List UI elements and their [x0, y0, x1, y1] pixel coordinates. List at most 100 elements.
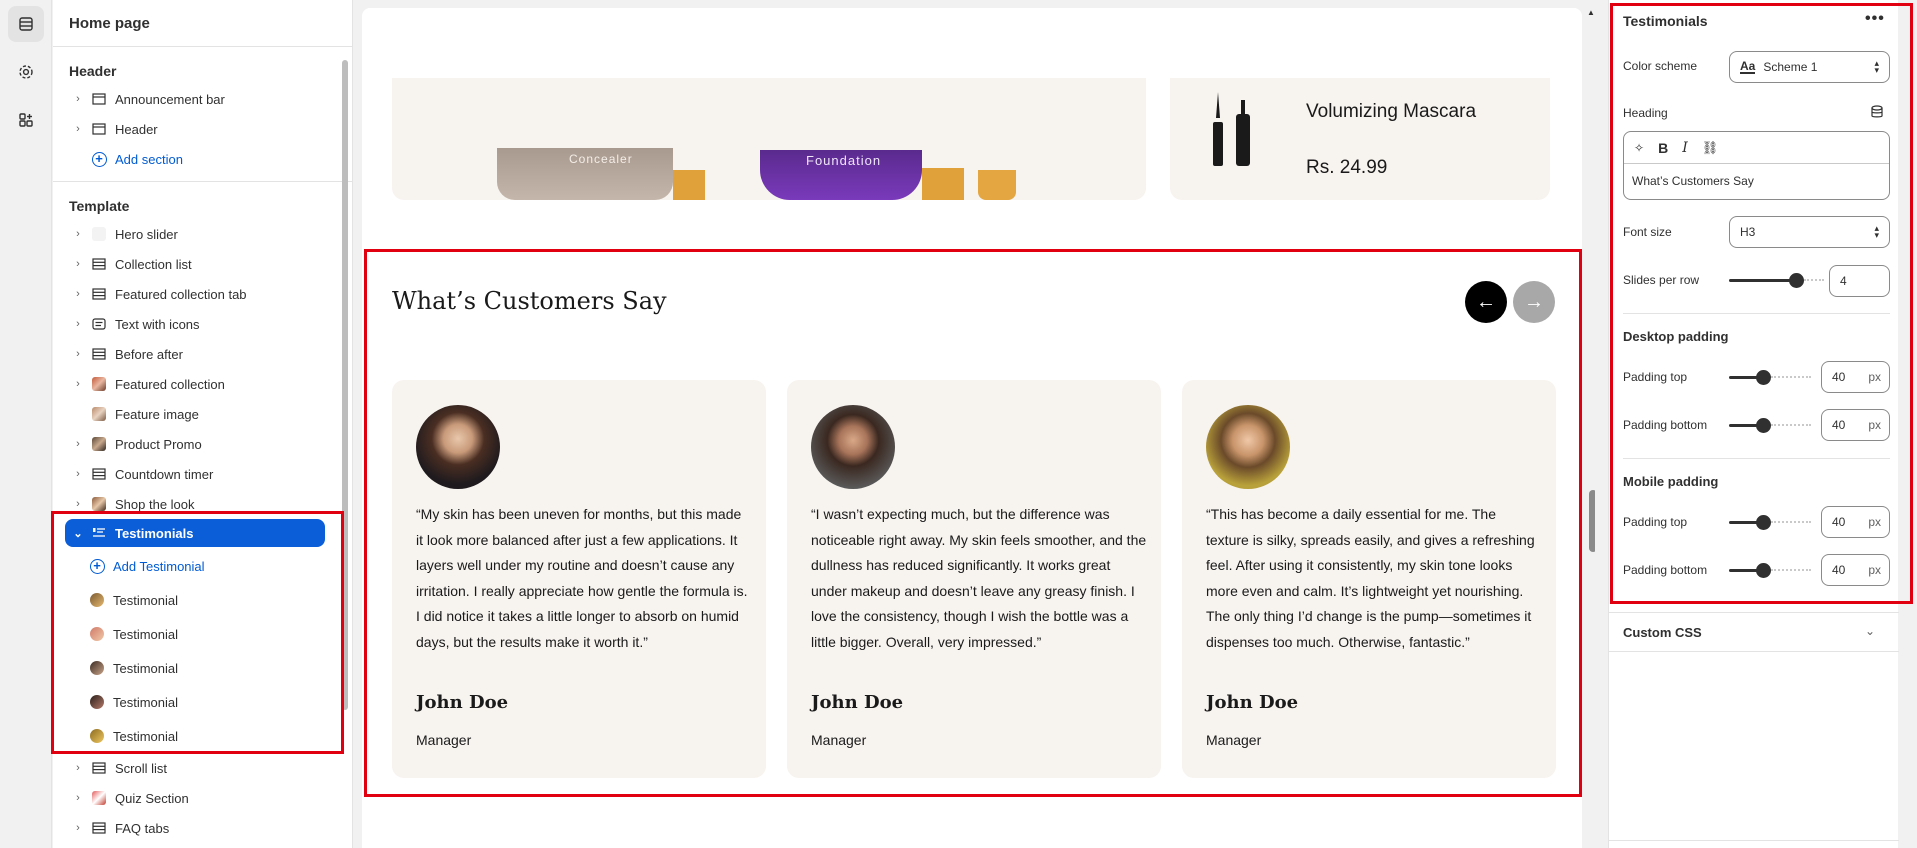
sidebar-item-hero-slider[interactable]: › Hero slider: [65, 220, 337, 248]
sidebar-item-countdown-timer[interactable]: › Countdown timer: [65, 460, 337, 488]
sidebar-item-feature-image[interactable]: Feature image: [65, 400, 337, 428]
sidebar-item-faq-tabs[interactable]: › FAQ tabs: [65, 814, 337, 842]
slides-per-row-input[interactable]: 4: [1829, 265, 1890, 297]
sidebar-item-testimonials[interactable]: ⌄ Testimonials: [65, 519, 325, 547]
font-size-select[interactable]: H3 ▴ ▾: [1729, 216, 1890, 248]
sidebar-scrollbar[interactable]: [342, 60, 348, 710]
feature-image-thumbnail-icon: [91, 407, 107, 421]
mobile-padding-bottom-slider[interactable]: [1729, 563, 1811, 578]
chevron-down-icon[interactable]: ⌄: [71, 527, 85, 540]
preview-scrollbar[interactable]: [1589, 490, 1595, 552]
desktop-padding-title: Desktop padding: [1623, 329, 1729, 344]
chevron-right-icon[interactable]: ›: [71, 822, 85, 834]
sidebar-item-text-with-icons[interactable]: › Text with icons: [65, 310, 337, 338]
slides-per-row-slider[interactable]: [1729, 273, 1824, 288]
next-arrow-button[interactable]: →: [1513, 281, 1555, 323]
add-testimonial-button[interactable]: + Add Testimonial: [89, 552, 325, 580]
testimonial-block-5[interactable]: Testimonial: [89, 722, 325, 750]
gear-icon[interactable]: [8, 54, 44, 90]
add-section-button[interactable]: + Add section: [65, 145, 337, 173]
sidebar-item-quiz-section[interactable]: › Quiz Section: [65, 784, 337, 812]
slider-knob[interactable]: [1756, 515, 1771, 530]
sections-icon[interactable]: [8, 6, 44, 42]
testimonial-block-2[interactable]: Testimonial: [89, 620, 325, 648]
product-price: Rs. 24.99: [1306, 157, 1388, 178]
chevron-right-icon[interactable]: ›: [71, 288, 85, 300]
header-group-title: Header: [69, 63, 117, 79]
custom-css-accordion[interactable]: Custom CSS ⌄: [1609, 612, 1899, 652]
avatar-thumbnail-icon: [89, 627, 105, 641]
concealer-bottle: Concealer: [497, 148, 673, 200]
mobile-padding-top-slider[interactable]: [1729, 515, 1811, 530]
product-title[interactable]: Volumizing Mascara: [1306, 101, 1476, 123]
sidebar-item-header[interactable]: › Header: [65, 115, 337, 143]
scroll-up-icon[interactable]: ▲: [1587, 8, 1595, 17]
chevron-right-icon[interactable]: ›: [71, 498, 85, 510]
testimonial-block-3[interactable]: Testimonial: [89, 654, 325, 682]
testimonial-block-4[interactable]: Testimonial: [89, 688, 325, 716]
bold-icon[interactable]: B: [1658, 140, 1668, 156]
rte-toolbar: ✧ B I ⛓: [1624, 132, 1889, 164]
slider-knob[interactable]: [1756, 563, 1771, 578]
sidebar-item-product-promo[interactable]: › Product Promo: [65, 430, 337, 458]
sidebar-item-featured-collection-tab[interactable]: › Featured collection tab: [65, 280, 337, 308]
desktop-padding-top-input[interactable]: 40 px: [1821, 361, 1890, 393]
heading-rich-text-editor[interactable]: ✧ B I ⛓ What’s Customers Say: [1623, 131, 1890, 200]
chevron-right-icon[interactable]: ›: [71, 438, 85, 450]
divider: [1623, 458, 1890, 459]
chevron-right-icon[interactable]: ›: [71, 93, 85, 105]
link-icon[interactable]: ⛓: [1702, 140, 1719, 156]
select-caret-icon: ▴ ▾: [1874, 223, 1879, 240]
sidebar-item-shop-the-look[interactable]: › Shop the look: [65, 490, 337, 518]
theme-editor: Home page Header › Announcement bar › He…: [0, 0, 1917, 848]
chevron-right-icon[interactable]: ›: [71, 318, 85, 330]
chevron-right-icon[interactable]: ›: [71, 258, 85, 270]
slider-knob[interactable]: [1789, 273, 1804, 288]
slider-knob[interactable]: [1756, 370, 1771, 385]
dynamic-source-icon[interactable]: [1871, 105, 1883, 119]
promo-image-card[interactable]: Concealer Foundation: [392, 78, 1146, 200]
chevron-right-icon[interactable]: ›: [71, 468, 85, 480]
desktop-padding-bottom-input[interactable]: 40 px: [1821, 409, 1890, 441]
sidebar-item-announcement-bar[interactable]: › Announcement bar: [65, 85, 337, 113]
ai-sparkle-icon[interactable]: ✧: [1634, 141, 1644, 155]
chevron-right-icon[interactable]: ›: [71, 378, 85, 390]
testimonial-block-label: Testimonial: [113, 592, 179, 608]
desktop-padding-top-slider[interactable]: [1729, 370, 1811, 385]
heading-input[interactable]: What’s Customers Say: [1624, 164, 1889, 198]
promo-thumbnail-icon: [91, 437, 107, 451]
chevron-right-icon[interactable]: ›: [71, 348, 85, 360]
chevron-right-icon[interactable]: ›: [71, 762, 85, 774]
testimonial-role: Manager: [811, 732, 867, 748]
sidebar-item-before-after[interactable]: › Before after: [65, 340, 337, 368]
chevron-right-icon[interactable]: ›: [71, 228, 85, 240]
testimonial-block-1[interactable]: Testimonial: [89, 586, 325, 614]
slider-knob[interactable]: [1756, 418, 1771, 433]
chevron-right-icon[interactable]: ›: [71, 792, 85, 804]
sidebar-item-scroll-list[interactable]: › Scroll list: [65, 754, 337, 782]
slider-track-empty: [1771, 569, 1811, 572]
slider-track-empty: [1804, 279, 1824, 282]
apps-icon[interactable]: [8, 102, 44, 138]
chevron-down-icon: ⌄: [1865, 624, 1876, 638]
divider: [1623, 313, 1890, 314]
color-scheme-select[interactable]: Aa Scheme 1 ▴ ▾: [1729, 51, 1890, 83]
shop-look-thumbnail-icon: [91, 497, 107, 511]
sidebar-item-collection-list[interactable]: › Collection list: [65, 250, 337, 278]
sidebar-item-label: Featured collection: [115, 376, 225, 392]
italic-icon[interactable]: I: [1682, 140, 1688, 156]
prev-arrow-button[interactable]: ←: [1465, 281, 1507, 323]
testimonial-card: “My skin has been uneven for months, but…: [392, 380, 766, 778]
mobile-padding-title: Mobile padding: [1623, 474, 1719, 489]
mobile-padding-top-input[interactable]: 40 px: [1821, 506, 1890, 538]
page-title[interactable]: Home page: [53, 0, 352, 47]
font-size-label: Font size: [1623, 225, 1672, 239]
slider-track-filled: [1729, 279, 1796, 282]
mobile-padding-bottom-input[interactable]: 40 px: [1821, 554, 1890, 586]
sidebar-item-featured-collection[interactable]: › Featured collection: [65, 370, 337, 398]
featured-product-card[interactable]: Volumizing Mascara Rs. 24.99: [1170, 78, 1550, 200]
more-actions-icon[interactable]: •••: [1865, 10, 1885, 28]
chevron-right-icon[interactable]: ›: [71, 123, 85, 135]
foundation-bottle: Foundation: [760, 150, 922, 200]
desktop-padding-bottom-slider[interactable]: [1729, 418, 1811, 433]
